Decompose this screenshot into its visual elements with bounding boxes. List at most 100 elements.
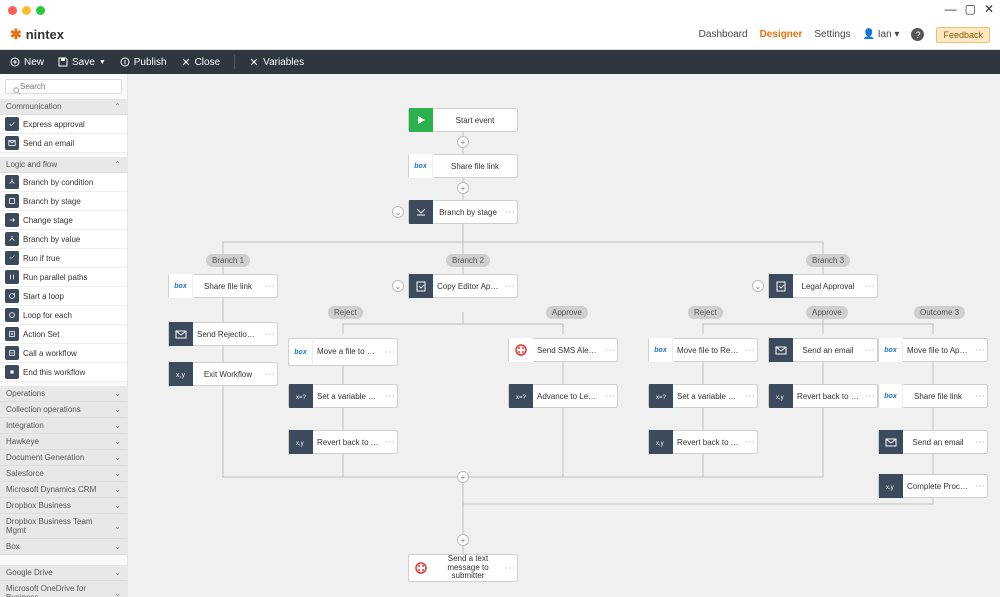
group-dropbox[interactable]: Dropbox Business⌄ [0, 498, 127, 514]
node-final-text-message[interactable]: Send a text message to submitter⋯ [408, 554, 518, 582]
node-menu-icon[interactable]: ⋯ [603, 391, 617, 402]
close-button[interactable]: Close [181, 57, 221, 68]
group-onedrive[interactable]: Microsoft OneDrive for Business⌄ [0, 581, 127, 597]
collapse-icon[interactable]: ⌄ [392, 280, 404, 292]
action-loop-foreach[interactable]: Loop for each [0, 306, 127, 325]
action-run-parallel[interactable]: Run parallel paths [0, 268, 127, 287]
collapse-icon[interactable]: ⌄ [392, 206, 404, 218]
help-icon[interactable]: ? [911, 28, 924, 41]
group-docgen[interactable]: Document Generation⌄ [0, 450, 127, 466]
node-b3o3-complete[interactable]: x,y Complete Process⋯ [878, 474, 988, 498]
node-menu-icon[interactable]: ⋯ [263, 329, 277, 340]
node-menu-icon[interactable]: ⋯ [863, 281, 877, 292]
close-icon[interactable]: ✕ [984, 2, 994, 16]
group-logic-flow[interactable]: Logic and flow⌃ [0, 157, 127, 173]
nav-dashboard[interactable]: Dashboard [699, 29, 748, 40]
merge-node-icon[interactable]: + [457, 534, 469, 546]
nav-settings[interactable]: Settings [814, 29, 850, 40]
save-dropdown-icon[interactable]: ▼ [99, 59, 106, 66]
outcome-approve-b3[interactable]: Approve [806, 306, 848, 319]
action-express-approval[interactable]: Express approval [0, 115, 127, 134]
node-b1-share[interactable]: box Share file link⋯ [168, 274, 278, 298]
group-dropbox-team[interactable]: Dropbox Business Team Mgmt⌄ [0, 514, 127, 539]
feedback-button[interactable]: Feedback [936, 27, 990, 43]
node-menu-icon[interactable]: ⋯ [383, 391, 397, 402]
action-start-loop[interactable]: Start a loop [0, 287, 127, 306]
node-menu-icon[interactable]: ⋯ [503, 207, 517, 218]
node-b1-exit[interactable]: x,y Exit Workflow⋯ [168, 362, 278, 386]
action-call-workflow[interactable]: Call a workflow [0, 344, 127, 363]
merge-node-icon[interactable]: + [457, 471, 469, 483]
zoom-dot-icon[interactable] [36, 6, 45, 15]
node-menu-icon[interactable]: ⋯ [603, 345, 617, 356]
action-change-stage[interactable]: Change stage [0, 211, 127, 230]
node-menu-icon[interactable]: ⋯ [973, 437, 987, 448]
action-send-email[interactable]: Send an email [0, 134, 127, 153]
add-node-icon[interactable]: + [457, 136, 469, 148]
group-dynamics[interactable]: Microsoft Dynamics CRM⌄ [0, 482, 127, 498]
node-b3a-revert-copy[interactable]: x,y Revert back to Copy Editor⋯ [768, 384, 878, 408]
node-b2a-sms[interactable]: Send SMS Alert to Legal⋯ [508, 338, 618, 362]
node-menu-icon[interactable]: ⋯ [743, 437, 757, 448]
add-node-icon[interactable]: + [457, 182, 469, 194]
node-menu-icon[interactable]: ⋯ [973, 345, 987, 356]
node-b3r-revert[interactable]: x,y Revert back to Author⋯ [648, 430, 758, 454]
group-integration[interactable]: Integration⌄ [0, 418, 127, 434]
minimize-dot-icon[interactable] [22, 6, 31, 15]
node-menu-icon[interactable]: ⋯ [973, 481, 987, 492]
node-menu-icon[interactable]: ⋯ [263, 281, 277, 292]
group-hawkeye[interactable]: Hawkeye⌄ [0, 434, 127, 450]
group-communication[interactable]: Communication⌃ [0, 99, 127, 115]
save-button[interactable]: Save ▼ [58, 57, 106, 68]
node-b3o3-move[interactable]: box Move file to Approved⋯ [878, 338, 988, 362]
action-branch-stage[interactable]: Branch by stage [0, 192, 127, 211]
node-b1-rejection-email[interactable]: Send Rejection Email⋯ [168, 322, 278, 346]
branch-label-2[interactable]: Branch 2 [446, 254, 490, 267]
branch-label-3[interactable]: Branch 3 [806, 254, 850, 267]
node-b2r-revert[interactable]: x,y Revert back to Author⋯ [288, 430, 398, 454]
maximize-icon[interactable]: ▢ [965, 2, 976, 16]
node-menu-icon[interactable]: ⋯ [263, 369, 277, 380]
node-menu-icon[interactable]: ⋯ [973, 391, 987, 402]
node-menu-icon[interactable]: ⋯ [503, 563, 517, 574]
group-salesforce[interactable]: Salesforce⌄ [0, 466, 127, 482]
user-menu[interactable]: 👤 Ian ▾ [863, 29, 900, 40]
close-dot-icon[interactable] [8, 6, 17, 15]
node-share-file-link[interactable]: box Share file link [408, 154, 518, 178]
search-input[interactable] [5, 79, 122, 94]
publish-button[interactable]: Publish [120, 57, 167, 68]
workflow-canvas[interactable]: Start event + box Share file link + Bran… [128, 74, 1000, 597]
node-menu-icon[interactable]: ⋯ [863, 345, 877, 356]
node-b3a-email[interactable]: Send an email⋯ [768, 338, 878, 362]
node-branch-by-stage[interactable]: Branch by stage ⋯ [408, 200, 518, 224]
node-b3o3-email[interactable]: Send an email⋯ [878, 430, 988, 454]
action-branch-condition[interactable]: Branch by condition [0, 173, 127, 192]
node-menu-icon[interactable]: ⋯ [383, 347, 397, 358]
outcome-reject-b3[interactable]: Reject [688, 306, 723, 319]
variables-button[interactable]: Variables [249, 57, 304, 68]
group-collection-ops[interactable]: Collection operations⌄ [0, 402, 127, 418]
collapse-icon[interactable]: ⌄ [752, 280, 764, 292]
node-menu-icon[interactable]: ⋯ [503, 281, 517, 292]
action-run-if-true[interactable]: Run if true [0, 249, 127, 268]
action-action-set[interactable]: Action Set [0, 325, 127, 344]
node-start-event[interactable]: Start event [408, 108, 518, 132]
nav-designer[interactable]: Designer [760, 29, 803, 40]
node-b2-copy-editor[interactable]: Copy Editor Approval⋯ [408, 274, 518, 298]
outcome-3-b3[interactable]: Outcome 3 [914, 306, 965, 319]
minimize-icon[interactable]: — [945, 2, 957, 16]
node-menu-icon[interactable]: ⋯ [383, 437, 397, 448]
node-b3o3-share[interactable]: box Share file link⋯ [878, 384, 988, 408]
new-button[interactable]: New [10, 57, 44, 68]
node-b2r-move[interactable]: box Move a file to Rework Folder⋯ [288, 338, 398, 366]
action-branch-value[interactable]: Branch by value [0, 230, 127, 249]
group-operations[interactable]: Operations⌄ [0, 386, 127, 402]
node-b3-legal[interactable]: Legal Approval⋯ [768, 274, 878, 298]
group-box[interactable]: Box⌄ [0, 539, 127, 555]
group-gdrive[interactable]: Google Drive⌄ [0, 565, 127, 581]
node-b3r-setvar[interactable]: x=? Set a variable value⋯ [648, 384, 758, 408]
action-end-workflow[interactable]: End this workflow [0, 363, 127, 382]
node-menu-icon[interactable]: ⋯ [743, 391, 757, 402]
node-b2r-setvar[interactable]: x=? Set a variable value⋯ [288, 384, 398, 408]
node-b3r-move[interactable]: box Move file to Rework⋯ [648, 338, 758, 362]
